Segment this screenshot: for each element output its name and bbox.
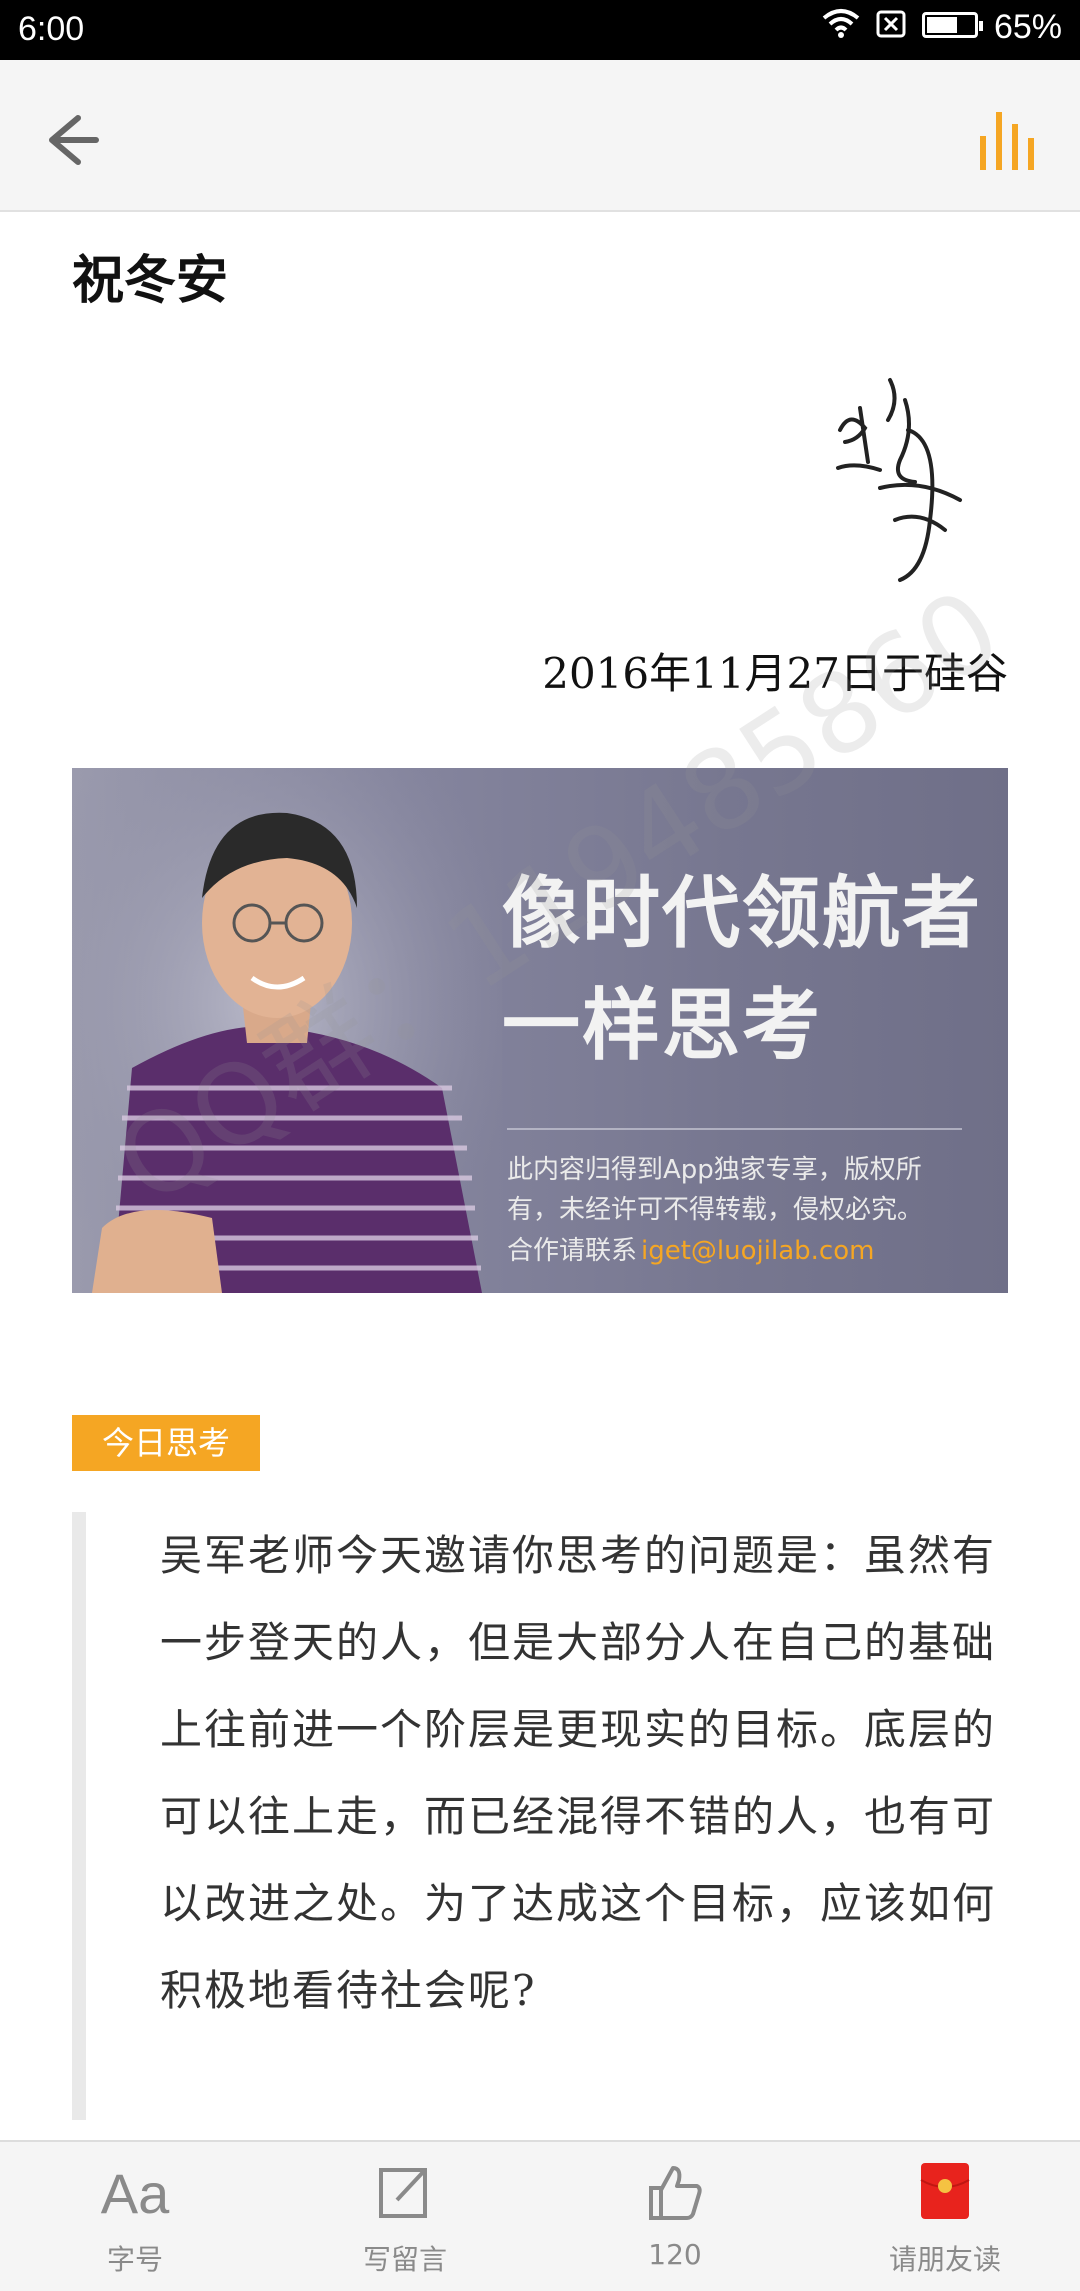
quote-bar	[72, 1512, 86, 2120]
wifi-icon	[822, 8, 860, 47]
banner-title-line2: 一样思考	[502, 980, 823, 1071]
audio-bars-icon	[980, 112, 1034, 170]
thumbs-up-icon	[645, 2162, 705, 2226]
closing-text: 祝冬安	[72, 250, 229, 311]
bottom-toolbar: Aa 字号 写留言 120 请朋友读	[0, 2140, 1080, 2291]
write-comment-button[interactable]: 写留言	[295, 2142, 515, 2291]
arrow-left-icon	[49, 115, 99, 165]
banner-divider	[507, 1128, 962, 1130]
thought-question: 吴军老师今天邀请你思考的问题是：虽然有一步登天的人，但是大部分人在自己的基础上往…	[160, 1531, 997, 2015]
write-comment-label: 写留言	[362, 2243, 447, 2276]
like-button[interactable]: 120	[565, 2142, 785, 2291]
battery-percent: 65%	[993, 8, 1062, 46]
thought-tag: 今日思考	[72, 1415, 261, 1471]
back-button[interactable]	[30, 100, 110, 180]
banner-contact: 合作请联系 iget@luojilab.com	[507, 1230, 874, 1267]
share-button[interactable]: 请朋友读	[835, 2142, 1055, 2291]
copyright-notice: 此内容归得到App独家专享，版权所 有，未经许可不得转载，侵权必究。	[507, 1150, 977, 1230]
red-envelope-icon	[920, 2162, 970, 2224]
sim-off-icon	[876, 8, 906, 47]
battery-icon	[921, 8, 983, 47]
status-time: 6:00	[18, 10, 85, 48]
author-signature	[836, 378, 962, 582]
contact-label: 合作请联系	[507, 1236, 638, 1266]
contact-email: iget@luojilab.com	[641, 1236, 875, 1266]
app-bar	[0, 60, 1080, 212]
edit-icon	[375, 2162, 435, 2226]
font-size-icon: Aa	[100, 2162, 170, 2225]
share-label: 请朋友读	[888, 2243, 1001, 2276]
font-size-label: 字号	[106, 2243, 163, 2276]
copyright-line2: 有，未经许可不得转载，侵权必究。	[507, 1195, 924, 1225]
like-count: 120	[648, 2238, 702, 2271]
copyright-line1: 此内容归得到App独家专享，版权所	[507, 1155, 922, 1185]
font-size-button[interactable]: Aa 字号	[25, 2142, 245, 2291]
audio-button[interactable]	[974, 102, 1050, 178]
status-bar: 6:00 65%	[0, 0, 1080, 60]
status-icons: 65%	[822, 8, 1062, 47]
